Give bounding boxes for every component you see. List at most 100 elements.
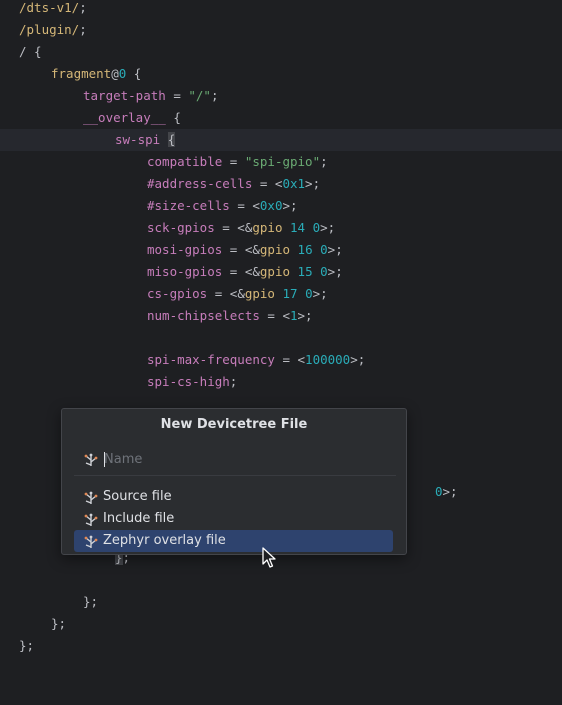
code-token: >; <box>312 286 328 301</box>
code-token: ; <box>229 374 238 389</box>
code-line-text: /dts-v1/; <box>19 0 87 19</box>
code-token: cs-gpios <box>147 286 208 301</box>
include-file-option[interactable]: Include file <box>74 508 393 530</box>
code-line[interactable]: sck-gpios = <&gpio 14 0>; <box>0 217 562 239</box>
code-token: = < <box>274 352 306 367</box>
code-line-text: #size-cells = <0x0>; <box>147 195 298 217</box>
code-token: 17 <box>282 286 298 301</box>
code-token: sck-gpios <box>147 220 215 235</box>
code-token: 0 <box>320 242 328 257</box>
code-token: = <& <box>222 264 260 279</box>
code-line-text: #address-cells = <0x1>; <box>147 173 320 195</box>
code-line[interactable]: spi-max-frequency = <100000>; <box>0 349 562 371</box>
code-token: >; <box>282 198 298 213</box>
code-line-text: 0>; <box>435 481 458 503</box>
code-line-text: spi-max-frequency = <100000>; <box>147 349 365 371</box>
code-token: 0x1 <box>282 176 306 191</box>
code-token: sw-spi <box>115 132 161 147</box>
code-line[interactable]: fragment@0 { <box>0 63 562 85</box>
code-token: target-path <box>83 88 166 103</box>
code-line[interactable]: / { <box>0 41 562 63</box>
code-line-text: target-path = "/"; <box>83 85 218 107</box>
code-token: ; <box>79 0 87 15</box>
code-line-text: }; <box>51 613 66 635</box>
code-line-text: fragment@0 { <box>51 63 141 85</box>
code-token: { <box>167 132 176 147</box>
code-token: /plugin/ <box>19 22 80 37</box>
code-editor[interactable]: /dts-v1/;/plugin/; / {fragment@0 {target-… <box>0 0 562 705</box>
code-line[interactable]: }; <box>0 591 562 613</box>
code-token: 16 <box>297 242 313 257</box>
code-token: >; <box>327 264 343 279</box>
code-token: #size-cells <box>147 198 230 213</box>
code-line[interactable]: /plugin/; <box>0 19 562 41</box>
code-line[interactable]: mosi-gpios = <&gpio 16 0>; <box>0 239 562 261</box>
code-line-text: miso-gpios = <&gpio 15 0>; <box>147 261 343 283</box>
popup-title: New Devicetree File <box>160 417 308 432</box>
code-line[interactable]: }; <box>0 613 562 635</box>
code-line[interactable]: miso-gpios = <&gpio 15 0>; <box>0 261 562 283</box>
code-line[interactable]: }; <box>0 635 562 657</box>
code-token: >; <box>350 352 366 367</box>
code-token: 0 <box>435 484 443 499</box>
code-line-text: }; <box>19 635 34 657</box>
code-line[interactable]: spi-cs-high; <box>0 371 562 393</box>
code-token: = <& <box>214 220 253 235</box>
code-line-text: compatible = "spi-gpio"; <box>147 151 328 173</box>
text-caret <box>104 452 105 467</box>
code-token: }; <box>19 638 35 653</box>
code-token: /dts-v1/ <box>19 0 80 15</box>
code-token: spi-cs-high <box>147 374 230 389</box>
code-line[interactable]: cs-gpios = <&gpio 17 0>; <box>0 283 562 305</box>
code-line-text: __overlay__ { <box>83 107 181 129</box>
code-token: = <& <box>222 242 260 257</box>
code-line-text: spi-cs-high; <box>147 371 237 393</box>
code-line[interactable]: num-chipselects = <1>; <box>0 305 562 327</box>
popup-separator <box>74 475 396 476</box>
code-line[interactable]: compatible = "spi-gpio"; <box>0 151 562 173</box>
code-token: >; <box>297 308 313 323</box>
code-token: = < <box>229 198 260 213</box>
code-token: __overlay__ <box>83 110 166 125</box>
devicetree-icon <box>84 512 98 526</box>
mouse-cursor-icon <box>262 547 276 568</box>
code-line[interactable]: #size-cells = <0x0>; <box>0 195 562 217</box>
code-token: ; <box>320 154 328 169</box>
option-label: Include file <box>103 511 175 526</box>
zephyr-overlay-file-option[interactable]: Zephyr overlay file <box>74 530 393 552</box>
source-file-option[interactable]: Source file <box>74 486 393 508</box>
code-token: >; <box>442 484 458 499</box>
code-line[interactable]: #address-cells = <0x1>; <box>0 173 562 195</box>
code-token: = < <box>259 308 290 323</box>
name-field-row[interactable] <box>82 449 392 469</box>
name-input[interactable] <box>104 449 384 469</box>
devicetree-icon <box>84 534 98 548</box>
code-token: num-chipselects <box>147 308 260 323</box>
code-token: mosi-gpios <box>147 242 223 257</box>
code-line[interactable]: target-path = "/"; <box>0 85 562 107</box>
code-line[interactable] <box>0 327 562 349</box>
code-token: / { <box>19 44 42 59</box>
code-line[interactable]: __overlay__ { <box>0 107 562 129</box>
code-token: gpio <box>244 286 275 301</box>
code-token: 0 <box>320 264 328 279</box>
option-label: Zephyr overlay file <box>103 533 226 548</box>
code-token: gpio <box>252 220 283 235</box>
code-token: 0 <box>305 286 313 301</box>
code-line[interactable]: /dts-v1/; <box>0 0 562 19</box>
code-token: { <box>126 66 142 81</box>
code-token: spi-max-frequency <box>147 352 275 367</box>
code-token: >; <box>305 176 321 191</box>
code-line[interactable]: sw-spi { <box>0 129 562 151</box>
code-line[interactable] <box>0 569 562 591</box>
code-token: 15 <box>297 264 313 279</box>
code-token: "/" <box>188 88 211 103</box>
